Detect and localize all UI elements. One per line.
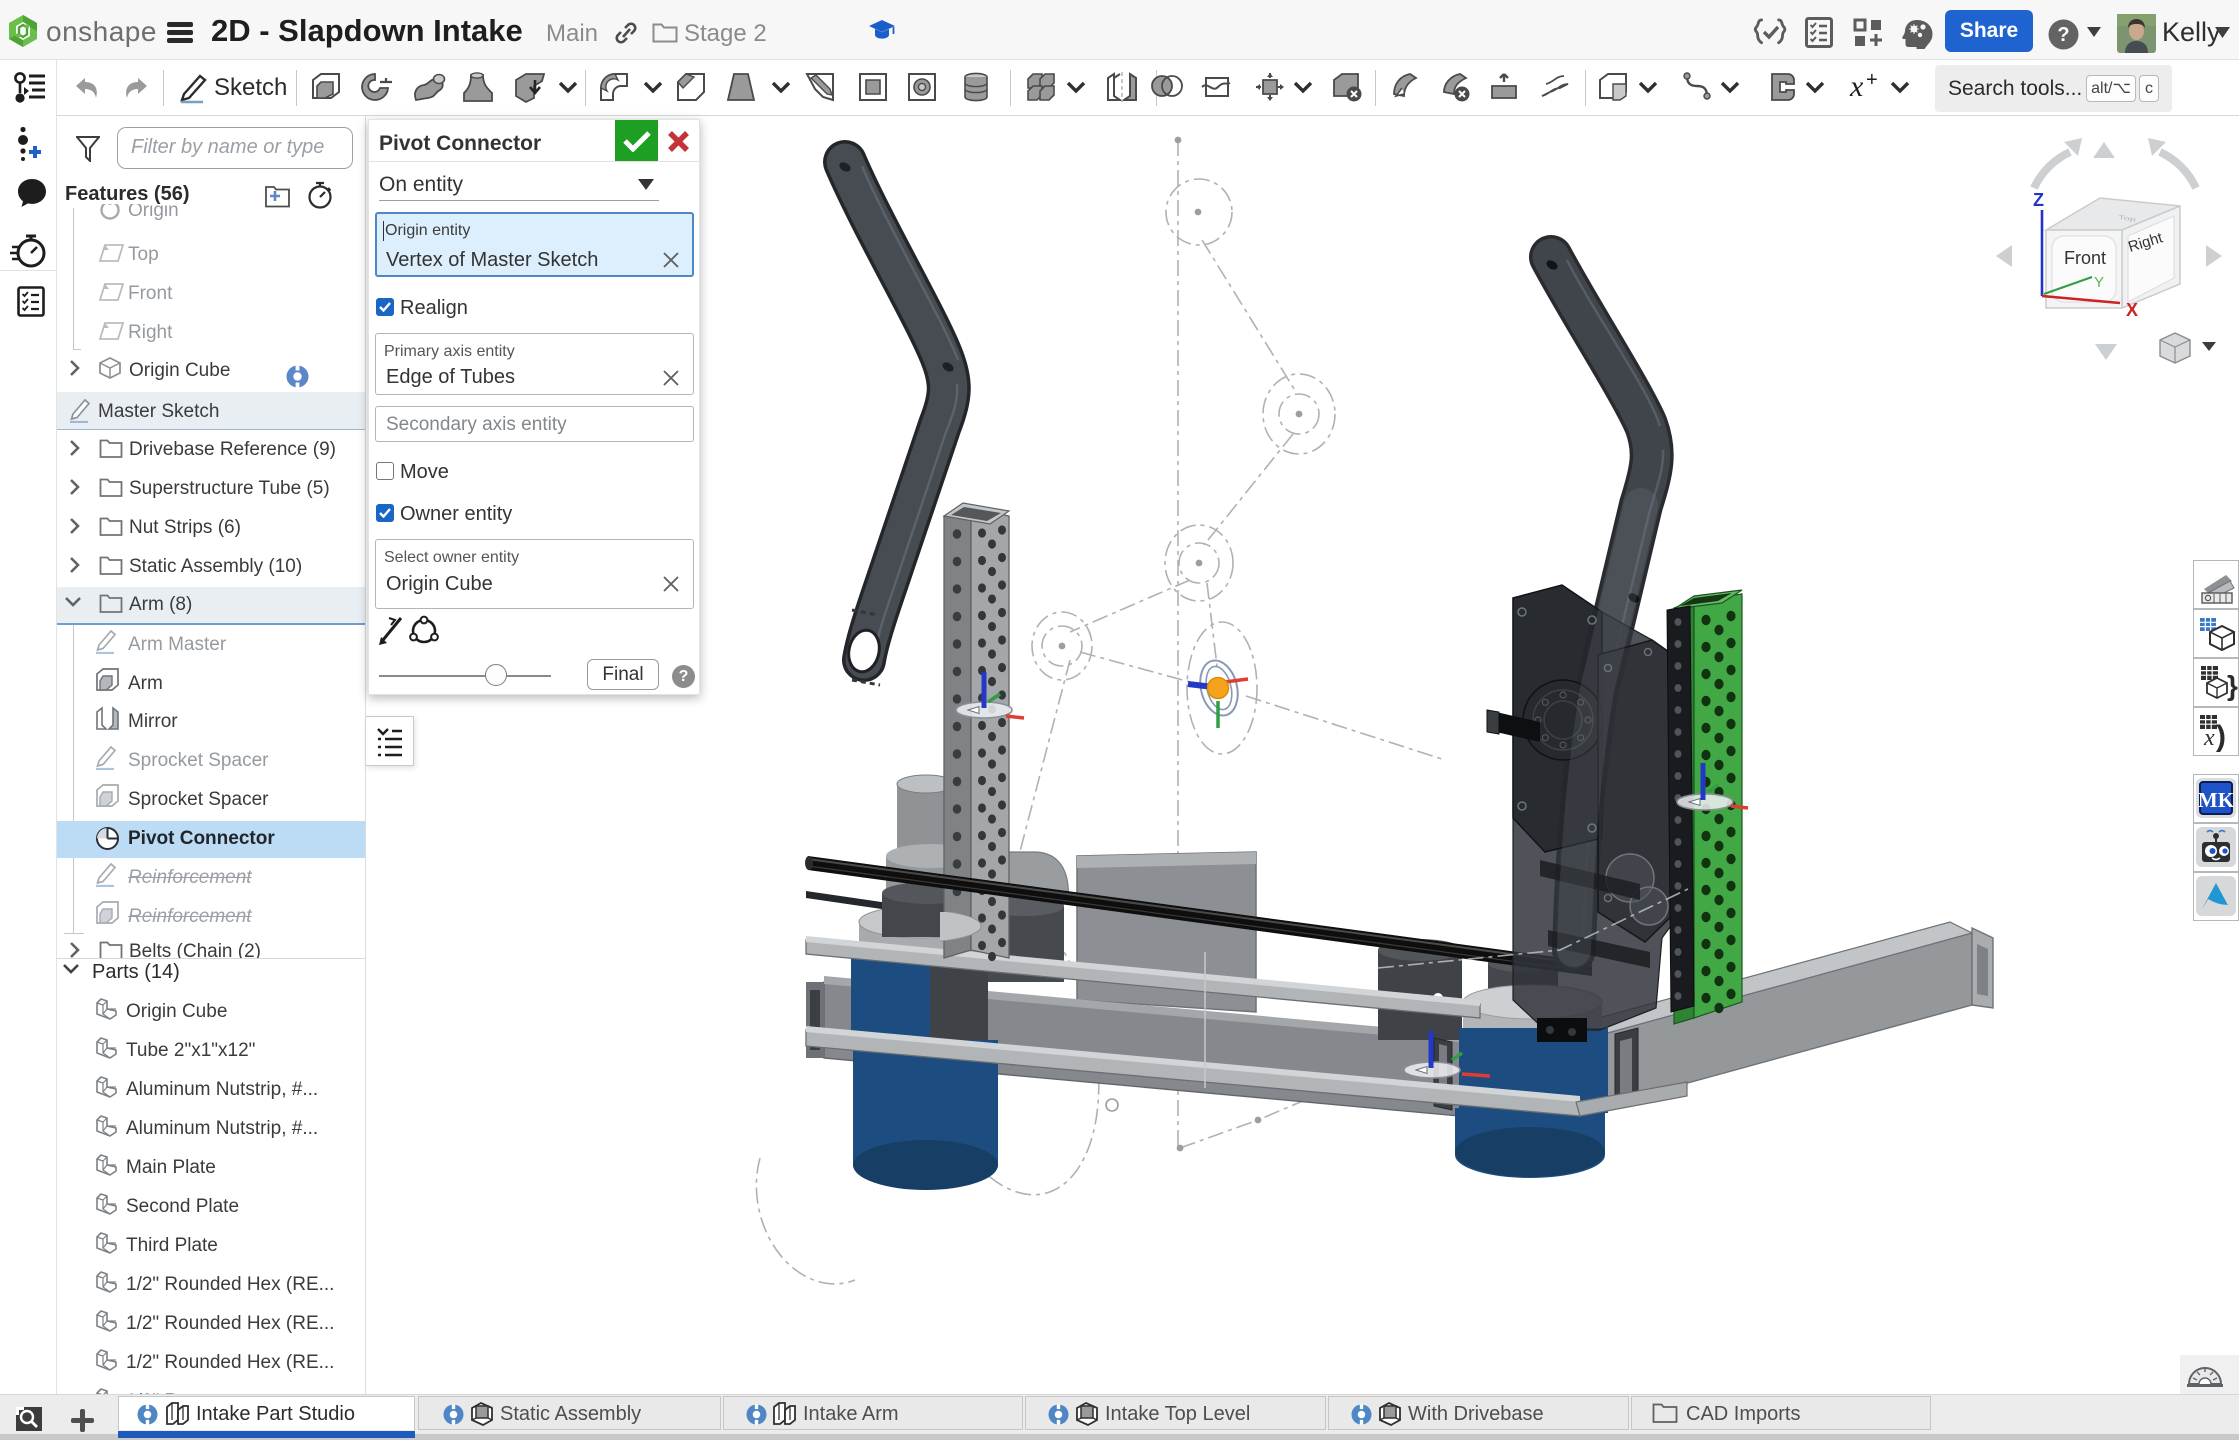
svg-text:x: x (2203, 725, 2215, 751)
svg-text:Z: Z (2033, 190, 2044, 210)
svg-text:x: x (1849, 70, 1864, 103)
svg-text:+: + (1866, 69, 1878, 91)
svg-text:?: ? (2057, 24, 2069, 46)
svg-text:): ) (2216, 720, 2226, 753)
svg-text:X: X (2126, 300, 2138, 320)
svg-text:MK: MK (2198, 788, 2235, 812)
svg-text:Y: Y (2094, 274, 2104, 291)
svg-text:}: } (2227, 670, 2238, 701)
svg-text:Front: Front (2064, 248, 2106, 268)
